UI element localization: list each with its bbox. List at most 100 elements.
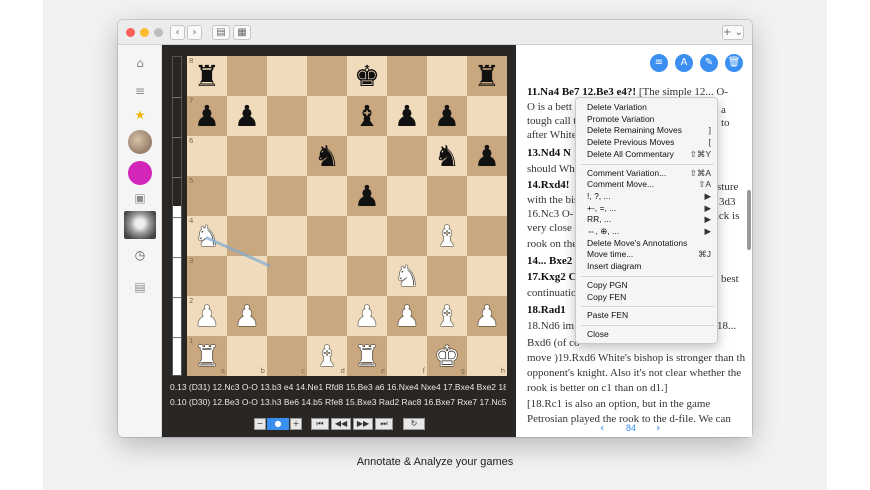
black-king-icon[interactable]: ♚ <box>354 59 380 93</box>
trash-icon[interactable]: 🗑 <box>725 54 743 72</box>
board-square-g8[interactable] <box>427 56 467 96</box>
board-square-d5[interactable] <box>307 176 347 216</box>
clock-icon[interactable]: ◷ <box>128 245 152 265</box>
board-square-c7[interactable] <box>267 96 307 136</box>
board-square-b2[interactable]: ♟ <box>227 296 267 336</box>
board-square-f7[interactable]: ♟ <box>387 96 427 136</box>
zoom-out-button[interactable]: − <box>254 418 266 430</box>
board-square-g6[interactable]: ♞ <box>427 136 467 176</box>
menu-item[interactable]: Paste FEN <box>587 310 715 321</box>
white-knight-icon[interactable]: ♞ <box>394 259 420 293</box>
last-move-button[interactable]: ⏭ <box>375 418 393 430</box>
menu-item[interactable]: Copy PGN <box>587 280 715 291</box>
engine-line-2[interactable]: 0.10 (D30) 12.Be3 O-O 13.h3 Be6 14.b5 Rf… <box>170 397 506 407</box>
board-square-f4[interactable] <box>387 216 427 256</box>
notation-line[interactable]: [18.Rc1 is also an option, but in the ga… <box>527 398 745 411</box>
list-icon[interactable]: ≡ <box>650 54 668 72</box>
board-square-h4[interactable] <box>467 216 507 256</box>
menu-item[interactable]: !, ?, ... ▶ <box>587 191 715 202</box>
black-rook-icon[interactable]: ♜ <box>474 59 500 93</box>
board-square-a6[interactable]: 6 <box>187 136 227 176</box>
menu-item[interactable]: Delete Previous Moves [ <box>587 137 715 148</box>
board-square-a8[interactable]: 8 ♜ <box>187 56 227 96</box>
board-square-e6[interactable] <box>347 136 387 176</box>
board-square-g3[interactable] <box>427 256 467 296</box>
back-button[interactable]: ‹ <box>170 25 185 40</box>
menu-item[interactable]: Delete Remaining Moves] <box>587 125 715 136</box>
avatar[interactable] <box>128 130 152 154</box>
white-rook-icon[interactable]: ♜ <box>354 339 380 373</box>
menu-item[interactable]: Delete All Commentary ⇧⌘Y <box>587 149 715 160</box>
engine-toggle-button[interactable]: ● <box>267 418 289 430</box>
next-page-button[interactable]: › <box>656 421 660 434</box>
board-square-h6[interactable]: ♟ <box>467 136 507 176</box>
notation-scrollbar[interactable] <box>747 190 751 250</box>
board-square-c4[interactable] <box>267 216 307 256</box>
sidebar-toggle-icon[interactable]: ▤ <box>212 25 230 40</box>
board-square-g4[interactable]: ♝ <box>427 216 467 256</box>
board-square-e3[interactable] <box>347 256 387 296</box>
board-square-a5[interactable]: 5 <box>187 176 227 216</box>
board-square-f8[interactable] <box>387 56 427 96</box>
black-rook-icon[interactable]: ♜ <box>194 59 220 93</box>
chess-board[interactable]: 8♜♚♜7♟♟♝♟♟6♞♞♟5♟4♞♝3♞2♟♟♟♟♝♟1a♜bcd♝e♜fg♚… <box>187 56 507 376</box>
forward-button[interactable]: › <box>187 25 202 40</box>
board-square-d2[interactable] <box>307 296 347 336</box>
board-square-c3[interactable] <box>267 256 307 296</box>
panel-toggle-icon[interactable]: ▦ <box>233 25 251 40</box>
board-square-c1[interactable]: c <box>267 336 307 376</box>
white-king-icon[interactable]: ♚ <box>434 339 460 373</box>
board-square-d4[interactable] <box>307 216 347 256</box>
board-square-g1[interactable]: g ♚ <box>427 336 467 376</box>
white-pawn-icon[interactable]: ♟ <box>194 299 220 333</box>
white-pawn-icon[interactable]: ♟ <box>474 299 500 333</box>
board-square-h1[interactable]: h <box>467 336 507 376</box>
board-square-a2[interactable]: 2 ♟ <box>187 296 227 336</box>
annotate-icon[interactable]: A <box>675 54 693 72</box>
next-move-button[interactable]: ▶▶ <box>353 418 373 430</box>
board-square-f2[interactable]: ♟ <box>387 296 427 336</box>
board-square-d3[interactable] <box>307 256 347 296</box>
avatar[interactable] <box>124 211 156 239</box>
menu-item[interactable]: Close <box>587 329 715 340</box>
notation-line[interactable]: move )19.Rxd6 White's bishop is stronger… <box>527 352 745 365</box>
board-square-a7[interactable]: 7 ♟ <box>187 96 227 136</box>
board-square-b6[interactable] <box>227 136 267 176</box>
white-bishop-icon[interactable]: ♝ <box>434 219 460 253</box>
inbox-icon[interactable]: ▣ <box>128 188 152 208</box>
board-square-h2[interactable]: ♟ <box>467 296 507 336</box>
black-knight-icon[interactable]: ♞ <box>314 139 340 173</box>
board-square-d7[interactable] <box>307 96 347 136</box>
list-icon[interactable]: ≡ <box>128 81 152 101</box>
menu-item[interactable]: Promote Variation <box>587 114 715 125</box>
black-pawn-icon[interactable]: ♟ <box>354 179 380 213</box>
flip-board-button[interactable]: ↻ <box>403 418 425 430</box>
pen-icon[interactable]: ✎ <box>700 54 718 72</box>
menu-item[interactable]: Delete Move's Annotations <box>587 238 715 249</box>
board-square-b8[interactable] <box>227 56 267 96</box>
menu-item[interactable]: +-, =, ... ▶ <box>587 203 715 214</box>
white-rook-icon[interactable]: ♜ <box>194 339 220 373</box>
menu-item[interactable]: Move time... ⌘J <box>587 249 715 260</box>
avatar[interactable] <box>128 161 152 185</box>
minimize-window-button[interactable] <box>140 28 149 37</box>
board-square-g7[interactable]: ♟ <box>427 96 467 136</box>
board-square-e8[interactable]: ♚ <box>347 56 387 96</box>
menu-item[interactable]: Insert diagram <box>587 261 715 272</box>
house-icon[interactable]: ⌂ <box>128 53 152 73</box>
engine-line-1[interactable]: 0.13 (D31) 12.Nc3 O-O 13.b3 e4 14.Ne1 Rf… <box>170 382 506 392</box>
board-square-a3[interactable]: 3 <box>187 256 227 296</box>
black-pawn-icon[interactable]: ♟ <box>194 99 220 133</box>
white-pawn-icon[interactable]: ♟ <box>354 299 380 333</box>
board-square-c6[interactable] <box>267 136 307 176</box>
board-square-h8[interactable]: ♜ <box>467 56 507 96</box>
board-square-g2[interactable]: ♝ <box>427 296 467 336</box>
white-pawn-icon[interactable]: ♟ <box>394 299 420 333</box>
black-pawn-icon[interactable]: ♟ <box>434 99 460 133</box>
first-move-button[interactable]: ⏮ <box>311 418 329 430</box>
board-square-e4[interactable] <box>347 216 387 256</box>
book-icon[interactable]: ▤ <box>128 277 152 297</box>
black-pawn-icon[interactable]: ♟ <box>234 99 260 133</box>
board-square-h5[interactable] <box>467 176 507 216</box>
board-square-d8[interactable] <box>307 56 347 96</box>
